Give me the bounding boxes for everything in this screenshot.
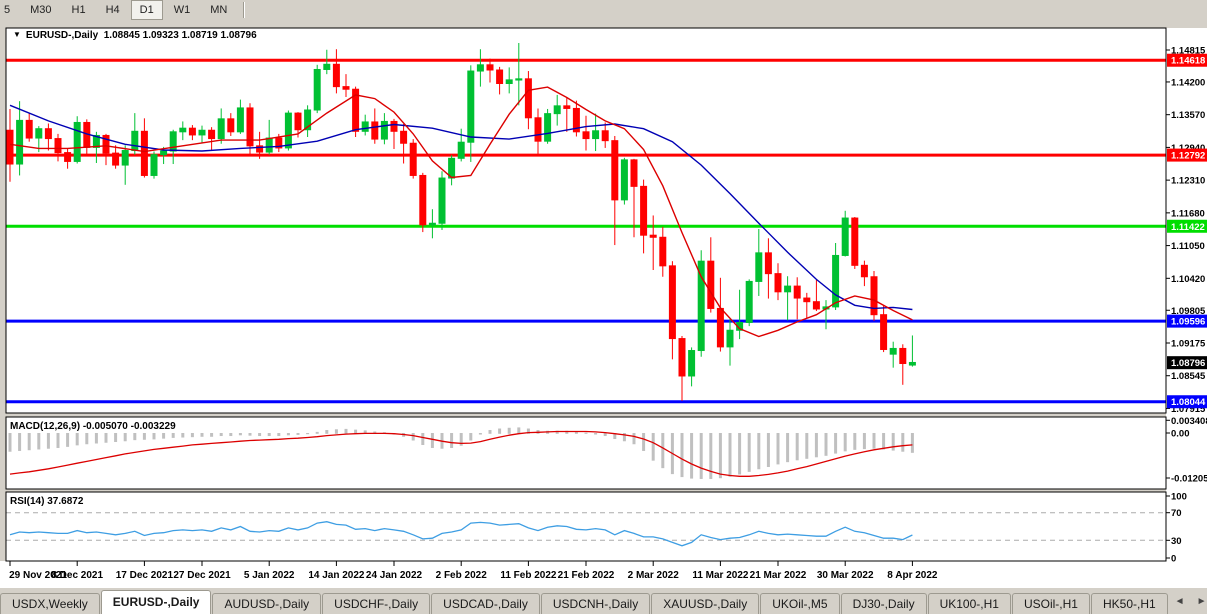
tab-scroll-right-button[interactable]: ► (1191, 594, 1207, 609)
svg-text:27 Dec 2021: 27 Dec 2021 (173, 570, 231, 581)
svg-text:1.08796: 1.08796 (1171, 358, 1205, 369)
svg-text:0.003408: 0.003408 (1171, 416, 1207, 427)
svg-text:1.09596: 1.09596 (1171, 317, 1205, 328)
svg-text:30: 30 (1171, 536, 1182, 547)
svg-text:0: 0 (1171, 554, 1176, 565)
timeframe-button-h4[interactable]: H4 (97, 0, 129, 20)
svg-text:-0.012058: -0.012058 (1171, 474, 1207, 485)
svg-text:70: 70 (1171, 508, 1182, 519)
timeframe-button-m30[interactable]: M30 (21, 0, 60, 20)
svg-text:21 Feb 2022: 21 Feb 2022 (558, 570, 615, 581)
svg-text:14 Jan 2022: 14 Jan 2022 (308, 570, 365, 581)
macd-values: -0.005070 -0.003229 (83, 421, 176, 432)
chart-tab-usdcnh-daily[interactable]: USDCNH-,Daily (541, 593, 650, 614)
timeframe-button-5[interactable]: 5 (1, 0, 19, 20)
chart-ohlc-values: 1.08845 1.09323 1.08719 1.08796 (104, 30, 257, 41)
chart-tab-eurusd-daily[interactable]: EURUSD-,Daily (101, 590, 212, 614)
svg-text:17 Dec 2021: 17 Dec 2021 (116, 570, 174, 581)
chart-tab-usdx-weekly[interactable]: USDX,Weekly (0, 593, 100, 614)
chart-tab-uk100-h1[interactable]: UK100-,H1 (928, 593, 1011, 614)
chart-tab-dj30-daily[interactable]: DJ30-,Daily (841, 593, 927, 614)
chart-tab-hk50-h1[interactable]: HK50-,H1 (1091, 593, 1168, 614)
timeframe-button-w1[interactable]: W1 (165, 0, 200, 20)
toolbar-separator (243, 2, 245, 18)
svg-text:1.08044: 1.08044 (1171, 397, 1206, 408)
chart-tab-bar: USDX,WeeklyEURUSD-,DailyAUDUSD-,DailyUSD… (0, 587, 1207, 614)
timeframe-button-mn[interactable]: MN (201, 0, 236, 20)
svg-text:1.10420: 1.10420 (1171, 274, 1205, 285)
svg-text:1.14200: 1.14200 (1171, 77, 1205, 88)
tab-scroll-left-button[interactable]: ◄ (1169, 594, 1191, 609)
chart-tab-ukoil-m5[interactable]: UKOil-,M5 (760, 593, 839, 614)
chart-tab-audusd-daily[interactable]: AUDUSD-,Daily (212, 593, 321, 614)
macd-indicator-label: MACD(12,26,9) -0.005070 -0.003229 (10, 421, 176, 432)
chart-canvas[interactable]: 1.148151.142001.135701.129401.123101.116… (0, 20, 1207, 588)
rsi-indicator-label: RSI(14) 37.6872 (10, 496, 83, 507)
svg-text:1.11050: 1.11050 (1171, 241, 1205, 252)
chart-title: ▼ EURUSD-,Daily 1.08845 1.09323 1.08719 1… (13, 30, 257, 41)
svg-text:1.11680: 1.11680 (1171, 208, 1205, 219)
rsi-value: 37.6872 (47, 496, 83, 507)
collapse-icon[interactable]: ▼ (13, 30, 21, 39)
timeframe-button-h1[interactable]: H1 (63, 0, 95, 20)
timeframe-button-d1[interactable]: D1 (131, 0, 163, 20)
svg-text:2 Feb 2022: 2 Feb 2022 (436, 570, 488, 581)
chart-tab-usdchf-daily[interactable]: USDCHF-,Daily (322, 593, 430, 614)
terminal-window: 5M30H1H4D1W1MN 1.148151.142001.135701.12… (0, 0, 1207, 614)
chart-symbol-label: EURUSD-,Daily (26, 30, 98, 41)
svg-text:2 Mar 2022: 2 Mar 2022 (628, 570, 680, 581)
svg-text:8 Dec 2021: 8 Dec 2021 (51, 570, 103, 581)
chart-tab-xauusd-daily[interactable]: XAUUSD-,Daily (651, 593, 759, 614)
svg-text:11 Feb 2022: 11 Feb 2022 (500, 570, 557, 581)
svg-text:8 Apr 2022: 8 Apr 2022 (887, 570, 938, 581)
svg-text:21 Mar 2022: 21 Mar 2022 (750, 570, 807, 581)
chart-tab-usoil-h1[interactable]: USOil-,H1 (1012, 593, 1090, 614)
svg-text:100: 100 (1171, 492, 1187, 503)
svg-text:0.00: 0.00 (1171, 429, 1190, 440)
svg-text:24 Jan 2022: 24 Jan 2022 (366, 570, 423, 581)
svg-text:5 Jan 2022: 5 Jan 2022 (244, 570, 295, 581)
svg-text:1.08545: 1.08545 (1171, 371, 1206, 382)
svg-text:1.09175: 1.09175 (1171, 338, 1206, 349)
svg-text:1.12792: 1.12792 (1171, 151, 1205, 162)
chart-window: 1.148151.142001.135701.129401.123101.116… (0, 20, 1207, 588)
svg-text:1.12310: 1.12310 (1171, 176, 1205, 187)
svg-text:30 Mar 2022: 30 Mar 2022 (817, 570, 874, 581)
svg-text:11 Mar 2022: 11 Mar 2022 (692, 570, 749, 581)
svg-text:1.11422: 1.11422 (1171, 222, 1205, 233)
svg-text:1.14618: 1.14618 (1171, 56, 1205, 67)
timeframe-toolbar: 5M30H1H4D1W1MN (0, 0, 1207, 21)
chart-tab-usdcad-daily[interactable]: USDCAD-,Daily (431, 593, 540, 614)
svg-text:1.13570: 1.13570 (1171, 110, 1205, 121)
